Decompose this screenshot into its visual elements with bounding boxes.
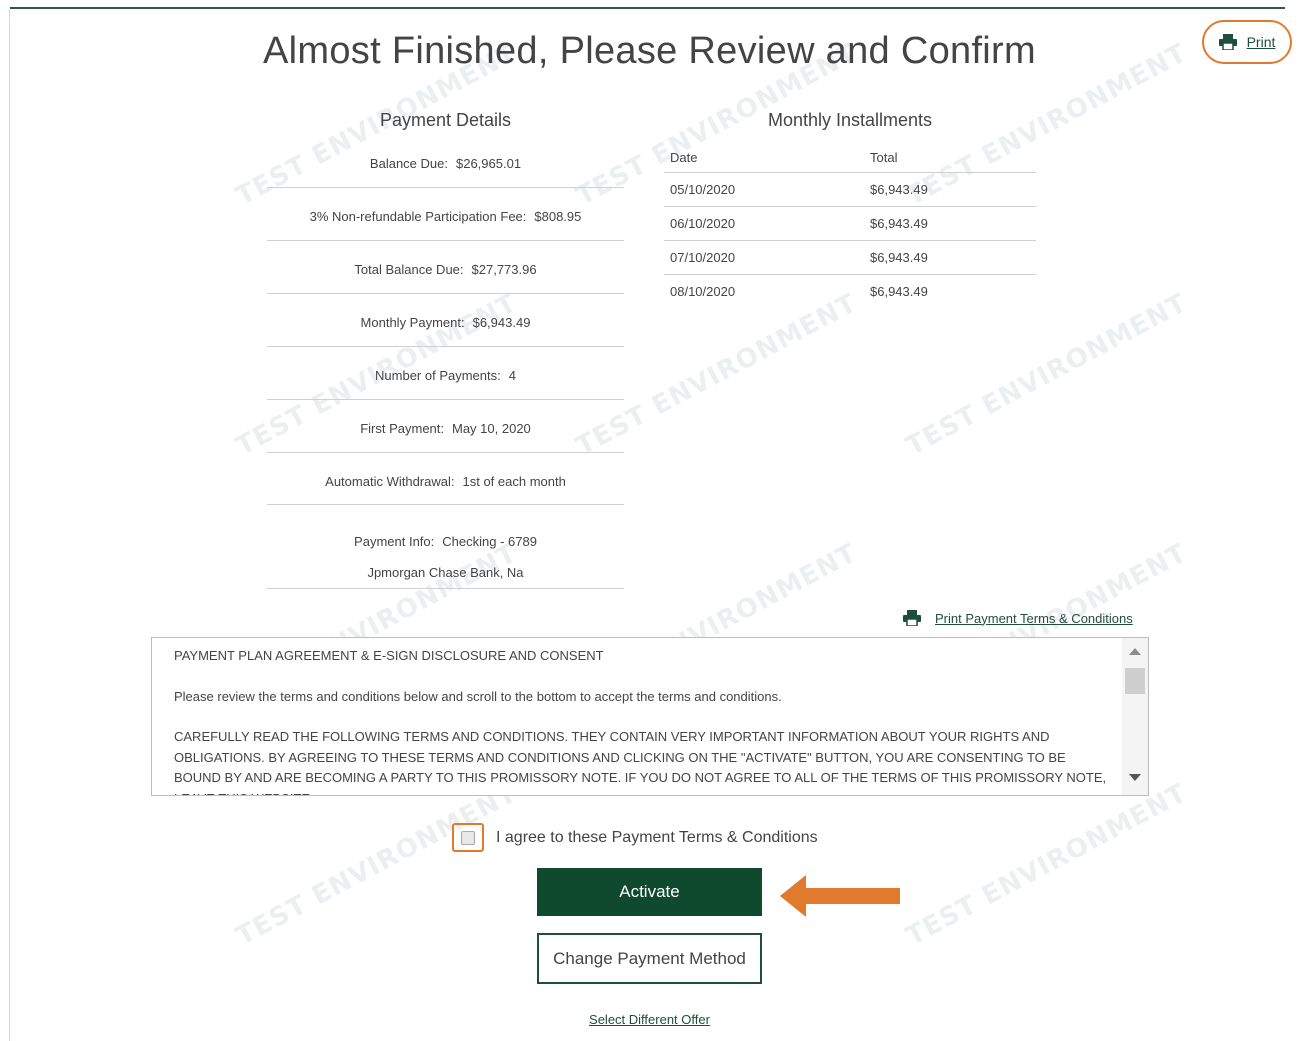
checkbox-highlight xyxy=(452,823,484,852)
detail-row: Total Balance Due: $27,773.96 xyxy=(267,241,624,294)
installments-heading: Monthly Installments xyxy=(767,110,933,130)
select-different-offer-link[interactable]: Select Different Offer xyxy=(589,1012,710,1027)
installments-table: Date Total 05/10/2020 $6,943.49 06/10/20… xyxy=(664,142,1036,308)
column-header-date: Date xyxy=(664,142,864,173)
top-border xyxy=(10,7,1285,9)
scroll-thumb[interactable] xyxy=(1125,668,1145,694)
terms-intro: Please review the terms and conditions b… xyxy=(174,688,782,704)
left-border xyxy=(9,9,10,1041)
change-payment-method-button[interactable]: Change Payment Method xyxy=(537,933,762,984)
payment-details-heading: Payment Details xyxy=(379,110,512,130)
detail-row: Number of Payments: 4 xyxy=(267,347,624,400)
page-title: Almost Finished, Please Review and Confi… xyxy=(263,30,1036,72)
scroll-up-icon[interactable] xyxy=(1129,648,1141,655)
print-terms-link[interactable]: Print Payment Terms & Conditions xyxy=(935,611,1133,626)
terms-content: PAYMENT PLAN AGREEMENT & E-SIGN DISCLOSU… xyxy=(174,646,1114,795)
table-header-row: Date Total xyxy=(664,142,1036,173)
printer-icon[interactable] xyxy=(903,610,921,626)
table-row: 07/10/2020 $6,943.49 xyxy=(664,240,1036,275)
arrow-left-icon xyxy=(780,875,900,917)
agree-terms: I agree to these Payment Terms & Conditi… xyxy=(452,823,818,852)
table-row: 08/10/2020 $6,943.49 xyxy=(670,284,928,299)
detail-row: Balance Due: $26,965.01 xyxy=(267,136,624,188)
print-highlight: Print xyxy=(1202,20,1292,64)
scrollbar[interactable] xyxy=(1122,638,1148,795)
terms-body: CAREFULLY READ THE FOLLOWING TERMS AND C… xyxy=(174,729,1107,795)
bank-name: Jpmorgan Chase Bank, Na xyxy=(367,565,524,580)
watermark: TEST ENVIRONMENT xyxy=(901,288,1193,462)
print-terms: Print Payment Terms & Conditions xyxy=(903,610,1133,626)
print-link[interactable]: Print xyxy=(1247,34,1276,50)
terms-scroll-box[interactable]: PAYMENT PLAN AGREEMENT & E-SIGN DISCLOSU… xyxy=(151,637,1149,796)
table-row: 05/10/2020 $6,943.49 xyxy=(664,172,1036,207)
printer-icon[interactable] xyxy=(1218,34,1237,50)
detail-row: First Payment: May 10, 2020 xyxy=(267,400,624,453)
agree-checkbox[interactable] xyxy=(461,830,475,845)
terms-heading: PAYMENT PLAN AGREEMENT & E-SIGN DISCLOSU… xyxy=(174,648,604,663)
detail-row: 3% Non-refundable Participation Fee: $808… xyxy=(267,188,624,241)
detail-row: Monthly Payment: $6,943.49 xyxy=(267,294,624,347)
column-header-total: Total xyxy=(864,142,1036,173)
watermark: TEST ENVIRONMENT xyxy=(901,778,1193,952)
payment-info-row: Payment Info: Checking - 6789 Jpmorgan Ch… xyxy=(267,505,624,589)
table-row: 06/10/2020 $6,943.49 xyxy=(664,206,1036,241)
agree-label[interactable]: I agree to these Payment Terms & Conditi… xyxy=(496,829,818,847)
detail-row: Automatic Withdrawal: 1st of each month xyxy=(267,453,624,505)
scroll-down-icon[interactable] xyxy=(1129,774,1141,781)
select-offer-container: Select Different Offer xyxy=(0,1011,1299,1029)
activate-button[interactable]: Activate xyxy=(537,868,762,916)
watermark: TEST ENVIRONMENT xyxy=(231,778,523,952)
